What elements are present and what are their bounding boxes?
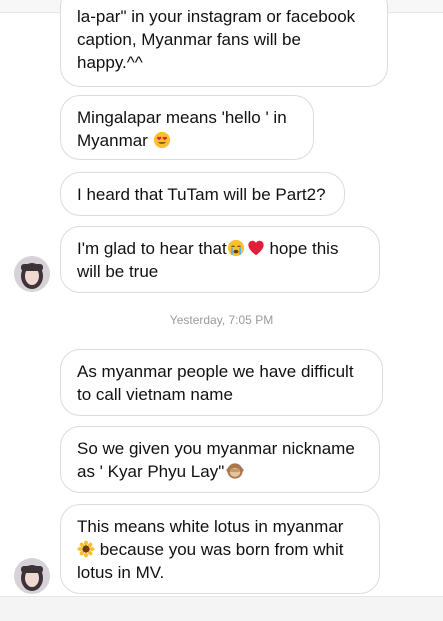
avatar[interactable] [14,256,50,292]
message-line: As myanmar people we have difficult [77,362,354,381]
message-line: will be true [77,262,159,281]
message-text: I heard that TuTam will be Part2? [77,185,326,204]
message-line: Myanmar [77,131,153,150]
message-line: la-par" in your instagram or facebook [77,7,356,26]
message-bubble: So we given you myanmar nickname as ' Ky… [60,426,380,493]
message-line: This means white lotus in myanmar [77,517,344,536]
message-bubble: I heard that TuTam will be Part2? [60,172,345,216]
message-bubble: I'm glad to hear that hope this will be … [60,226,380,293]
see-no-evil-monkey-emoji-icon [226,462,244,480]
message-line: So we given you myanmar nickname [77,439,355,458]
heart-eyes-emoji-icon [153,131,171,149]
composer-bar [0,596,443,621]
message-line: as ' Kyar Phyu Lay" [77,462,225,481]
message-line: lotus in MV. [77,563,165,582]
message-bubble: Mingalapar means 'hello ' in Myanmar [60,95,314,160]
message-line: to call vietnam name [77,385,233,404]
message-bubble: As myanmar people we have difficult to c… [60,349,383,416]
red-heart-emoji-icon [247,239,265,257]
message-line: hope this [264,239,339,258]
sunflower-emoji-icon [77,540,95,558]
message-line: I'm glad to hear that [77,239,227,258]
message-bubble: la-par" in your instagram or facebook ca… [60,0,388,87]
message-bubble: This means white lotus in myanmar becaus… [60,504,380,594]
avatar[interactable] [14,558,50,594]
message-line: caption, Myanmar fans will be [77,30,301,49]
message-timestamp: Yesterday, 7:05 PM [169,313,274,327]
message-line: because you was born from whit [95,540,344,559]
message-line: happy.^^ [77,53,143,72]
message-line: Mingalapar means 'hello ' in [77,108,287,127]
crying-face-emoji-icon [227,239,245,257]
